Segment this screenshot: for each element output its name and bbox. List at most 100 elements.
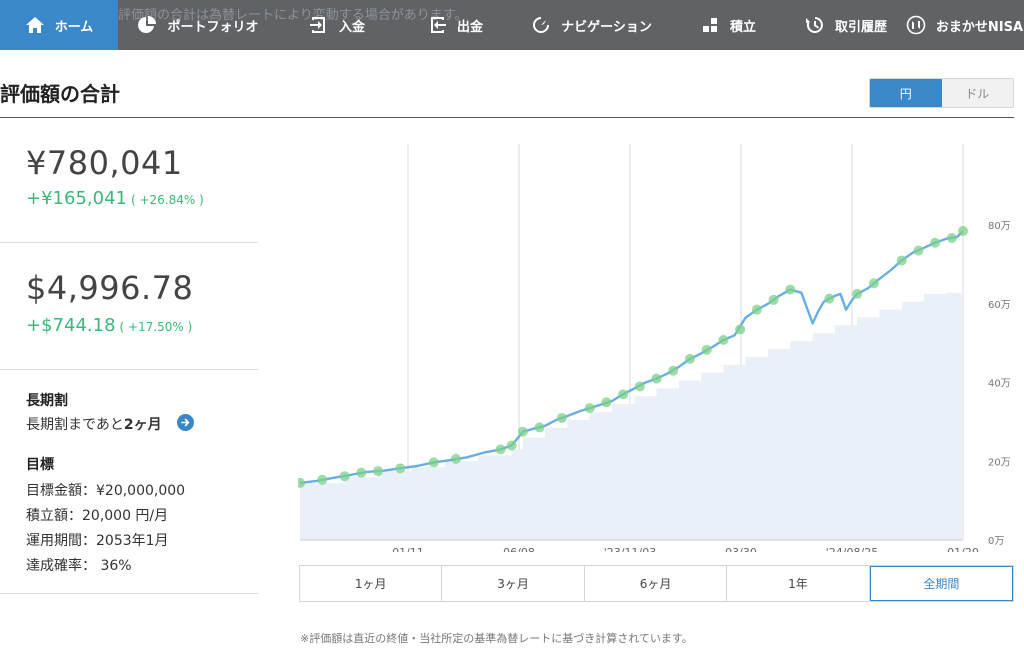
x-tick-label: 06/08 [503, 546, 535, 552]
x-tick-label: '23/11/03 [604, 546, 656, 552]
transaction-marker [785, 284, 796, 295]
nav-item-5[interactable]: 積立 [669, 0, 787, 50]
long-term-arrow-button[interactable] [177, 414, 194, 431]
nisa-icon [906, 15, 926, 35]
y-tick-label: 80万 [988, 221, 1011, 232]
transaction-marker [584, 403, 595, 414]
x-tick-label: 01/20 [947, 546, 979, 552]
nav-item-2[interactable]: 入金 [278, 0, 396, 50]
top-nav: 評価額の合計は為替レートにより変動する場合があります。 ホーム ポートフォリオ 入金… [0, 0, 1024, 50]
transaction-marker [718, 334, 729, 345]
transaction-marker [701, 344, 712, 355]
transaction-marker [958, 225, 968, 236]
transaction-marker [651, 373, 662, 384]
currency-jpy-button[interactable]: 円 [870, 79, 942, 107]
transaction-marker [395, 463, 406, 474]
transaction-marker [556, 412, 567, 423]
transaction-marker [768, 294, 779, 305]
transaction-marker [946, 232, 957, 243]
nav-item-label: おまかせNISA [935, 19, 1024, 35]
y-tick-label: 40万 [988, 379, 1011, 390]
transaction-marker [751, 304, 762, 315]
transaction-marker [852, 288, 863, 299]
currency-toggle: 円 ドル [869, 78, 1014, 108]
transaction-marker [534, 422, 545, 433]
long-term-text: 長期割まであと2ヶ月 [26, 414, 162, 434]
transaction-marker [868, 278, 879, 289]
transaction-marker [373, 466, 383, 477]
usd-gain: +$744.18( +17.50% ) [26, 315, 192, 336]
goal-heading: 目標 [26, 457, 54, 473]
usd-gain-amount: +$744.18 [26, 315, 116, 336]
transaction-marker [451, 453, 461, 464]
transaction-marker [339, 471, 350, 482]
period-selector: 1ヶ月 3ヶ月 6ヶ月 1年 全期間 [299, 565, 1014, 602]
jpy-summary-panel: ¥780,041 +¥165,041( +26.84% ) [0, 118, 258, 243]
transaction-marker [506, 440, 517, 451]
nav-item-6[interactable]: 取引履歴 [787, 0, 905, 50]
x-tick-label: '24/08/25 [826, 546, 878, 552]
page-title: 評価額の合計 [0, 82, 120, 106]
goal-period: 運用期間：2053年1月 [26, 533, 169, 549]
transaction-marker [618, 389, 629, 400]
period-option-1[interactable]: 3ヶ月 [442, 566, 585, 601]
currency-usd-button[interactable]: ドル [941, 79, 1013, 107]
navigation-icon [533, 17, 550, 33]
contribution-area [300, 288, 963, 540]
period-option-3[interactable]: 1年 [727, 566, 870, 601]
history-icon [805, 17, 823, 33]
transaction-marker [601, 397, 612, 408]
transaction-marker [668, 365, 679, 376]
nav-item-4[interactable]: ナビゲーション [514, 0, 669, 50]
nav-item-label: ポートフォリオ [167, 19, 259, 35]
valuation-chart: 01/11 06/08 '23/11/03 03/30 '24/08/25 01/20 0万… [298, 144, 1011, 552]
home-icon [25, 17, 44, 33]
transaction-marker [930, 237, 941, 248]
x-tick-label: 03/30 [725, 546, 757, 552]
usd-summary-panel: $4,996.78 +$744.18( +17.50% ) [0, 243, 258, 370]
jpy-gain: +¥165,041( +26.84% ) [26, 188, 204, 209]
withdraw-icon [430, 17, 446, 33]
goal-probability: 達成確率： 36% [26, 558, 132, 574]
goal-monthly-amount: 積立額：20,000 円/月 [26, 508, 169, 524]
usd-gain-percent: ( +17.50% ) [119, 320, 193, 334]
transaction-marker [495, 444, 506, 455]
transaction-marker [896, 255, 907, 266]
period-option-0[interactable]: 1ヶ月 [300, 566, 443, 601]
nav-item-3[interactable]: 出金 [396, 0, 514, 50]
nav-item-1[interactable]: ポートフォリオ [118, 0, 278, 50]
nav-item-label: 積立 [729, 19, 756, 35]
jpy-total-value: ¥780,041 [26, 144, 183, 182]
nav-item-0[interactable]: ホーム [0, 0, 118, 50]
nav-item-label: ナビゲーション [561, 19, 652, 35]
transaction-marker [317, 474, 328, 485]
y-tick-label: 60万 [988, 300, 1011, 311]
usd-total-value: $4,996.78 [26, 269, 194, 307]
info-panel: 長期割 長期割まであと2ヶ月 目標 目標金額：¥20,000,000 積立額：2… [0, 370, 258, 594]
long-term-prefix: 長期割まであと [26, 417, 124, 433]
footnote: ※評価額は直近の終値・当社所定の基準為替レートに基づき計算されています。 [300, 632, 693, 645]
long-term-remaining: 2ヶ月 [123, 417, 162, 433]
transaction-marker [824, 293, 835, 304]
nav-item-label: ホーム [54, 19, 94, 35]
transaction-marker [913, 245, 924, 256]
nav-item-label: 出金 [456, 19, 483, 35]
transaction-marker [735, 324, 746, 335]
y-tick-label: 20万 [988, 457, 1011, 468]
nav-item-7[interactable]: おまかせNISA [905, 0, 1024, 50]
period-option-2[interactable]: 6ヶ月 [585, 566, 728, 601]
y-tick-label: 0万 [988, 536, 1004, 547]
goal-target-amount: 目標金額：¥20,000,000 [26, 483, 186, 499]
transaction-marker [356, 467, 367, 478]
deposit-icon [309, 17, 325, 33]
x-tick-label: 01/11 [392, 546, 424, 552]
arrow-right-icon [181, 418, 190, 427]
transaction-marker [685, 353, 695, 364]
long-term-heading: 長期割 [26, 393, 68, 409]
period-option-4[interactable]: 全期間 [869, 566, 1014, 601]
pie-chart-icon [138, 16, 157, 33]
accumulation-icon [702, 18, 717, 32]
nav-item-label: 取引履歴 [834, 19, 887, 35]
transaction-marker [517, 426, 528, 437]
transaction-marker [428, 457, 439, 468]
